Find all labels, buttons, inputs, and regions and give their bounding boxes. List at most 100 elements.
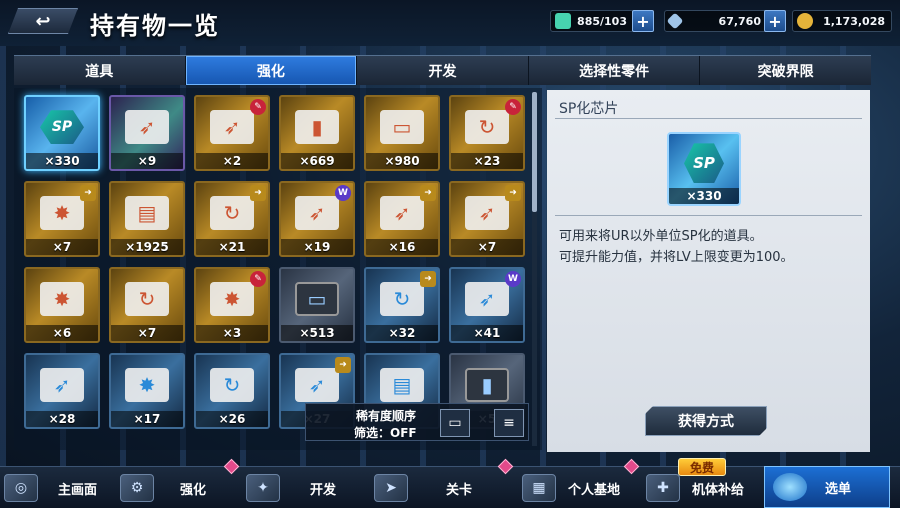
sort-button[interactable]: ≡ (494, 409, 524, 437)
tab-limit-break[interactable]: 突破界限 (700, 56, 871, 85)
description-line-1: 可用来将UR以外单位SP化的道具。 (559, 229, 763, 244)
nav-stages[interactable]: ➤ 关卡 (374, 458, 514, 508)
coin-value: 1,173,028 (823, 14, 885, 28)
item-count: ×17 (111, 411, 183, 427)
energy-value: 885/103 (577, 14, 627, 28)
inventory-item[interactable]: ➶ ➜ ×16 (364, 181, 440, 257)
tab-items[interactable]: 道具 (14, 56, 186, 85)
rarity-badge-icon: ➜ (80, 185, 96, 201)
back-arrow-icon: ↩ (35, 10, 51, 32)
nav-home-label: 主画面 (58, 482, 98, 498)
arrow-upgrade-icon: ➶ (465, 196, 509, 231)
item-count: ×41 (451, 325, 523, 341)
memory-card-icon: ▮ (295, 110, 339, 145)
nav-home[interactable]: ◎ 主画面 (4, 467, 97, 508)
burst-upgrade-icon: ✸ (40, 282, 84, 317)
document-stack-icon: ▤ (380, 368, 424, 403)
add-energy-button[interactable]: + (632, 10, 654, 32)
nav-stages-label: 关卡 (446, 482, 473, 498)
rarity-badge-icon: ➜ (420, 271, 436, 287)
item-count: ×7 (26, 239, 98, 255)
inventory-item[interactable]: ▭ ×513 (279, 267, 355, 343)
view-toggle-button[interactable]: ▭ (440, 409, 470, 437)
tab-optional-parts[interactable]: 选择性零件 (529, 56, 701, 85)
inventory-item[interactable]: ↻ ➜ ×32 (364, 267, 440, 343)
menu-label: 选单 (825, 481, 852, 497)
sp-chip-icon: SP (40, 110, 84, 145)
sort-filter-bar: 稀有度顺序 筛选：OFF ▭ ≡ (305, 403, 529, 441)
inventory-item[interactable]: ▮ ×669 (279, 95, 355, 171)
sp-hex-icon: SP (684, 143, 724, 184)
inventory-item[interactable]: ↻ ×26 (194, 353, 270, 429)
sort-lines-icon: ≡ (503, 415, 515, 431)
swirl-upgrade-icon: ↻ (210, 196, 254, 231)
item-grid: SP ×330 ➶ ×9 ➶ ✎ ×2 ▮ ×669 ▭ ×980 ↻ ✎ ×23 ✸ ➜ ×7 ▤ ×1925 ↻ ➜… (24, 95, 525, 429)
energy-resource: 885/103 (550, 10, 634, 32)
inventory-item[interactable]: ✸ ✎ ×3 (194, 267, 270, 343)
rarity-badge-icon: ➜ (335, 357, 351, 373)
rarity-badge-icon: ➜ (250, 185, 266, 201)
scrollbar-thumb[interactable] (532, 92, 537, 212)
rarity-badge-icon: W (335, 185, 351, 201)
rarity-badge-icon: ➜ (420, 185, 436, 201)
inventory-item[interactable]: ↻ ×7 (109, 267, 185, 343)
item-count: ×980 (366, 153, 438, 169)
sort-order-label[interactable]: 稀有度顺序 (356, 407, 416, 424)
inventory-item[interactable]: SP ×330 (24, 95, 100, 171)
inventory-item[interactable]: ➶ ✎ ×2 (194, 95, 270, 171)
wrench-arm-icon: ⚙ (120, 474, 154, 502)
inventory-item[interactable]: ➶ ×28 (24, 353, 100, 429)
nav-develop-label: 开发 (310, 482, 337, 498)
nav-supply-label: 机体补给 (692, 482, 745, 498)
item-count: ×1925 (111, 239, 183, 255)
burst-upgrade-icon: ✸ (125, 368, 169, 403)
add-diamond-button[interactable]: + (764, 10, 786, 32)
item-count: ×26 (196, 411, 268, 427)
inventory-item[interactable]: ➶ ×9 (109, 95, 185, 171)
divider (555, 215, 862, 216)
nav-personal-base[interactable]: ▦ 个人基地 (522, 458, 640, 508)
inventory-item[interactable]: ✸ ➜ ×7 (24, 181, 100, 257)
tab-enhance[interactable]: 强化 (185, 56, 358, 85)
menu-button[interactable]: 选单 (764, 466, 890, 508)
item-count: ×3 (196, 325, 268, 341)
inventory-item[interactable]: ✸ ×6 (24, 267, 100, 343)
laptop-icon: ▭ (380, 110, 424, 145)
item-count: ×7 (111, 325, 183, 341)
inventory-item[interactable]: ➶ W ×41 (449, 267, 525, 343)
item-count: ×9 (111, 153, 183, 169)
card-view-icon: ▭ (448, 415, 462, 431)
rarity-badge-icon: ✎ (250, 99, 266, 115)
diamond-value: 67,760 (718, 14, 761, 28)
inventory-item[interactable]: ↻ ➜ ×21 (194, 181, 270, 257)
inventory-item[interactable]: ▤ ×1925 (109, 181, 185, 257)
inventory-item[interactable]: ↻ ✎ ×23 (449, 95, 525, 171)
back-button[interactable]: ↩ (8, 8, 78, 34)
menu-globe-icon (773, 473, 807, 501)
base-icon: ▦ (522, 474, 556, 502)
item-count: ×7 (451, 239, 523, 255)
supply-icon: ✚ (646, 474, 680, 502)
item-count: ×23 (451, 153, 523, 169)
swirl-upgrade-icon: ↻ (210, 368, 254, 403)
obtain-method-button[interactable]: 获得方式 (645, 406, 767, 436)
arrow-upgrade-icon: ➶ (295, 196, 339, 231)
inventory-item[interactable]: ➶ W ×19 (279, 181, 355, 257)
rarity-badge-icon: ➜ (505, 185, 521, 201)
burst-upgrade-icon: ✸ (40, 196, 84, 231)
coin-resource: 1,173,028 (792, 10, 892, 32)
description-line-2: 可提升能力值，并将LV上限变更为100。 (559, 250, 794, 265)
inventory-item[interactable]: ➶ ➜ ×7 (449, 181, 525, 257)
inventory-item[interactable]: ▭ ×980 (364, 95, 440, 171)
detail-count: ×330 (669, 188, 739, 204)
tab-develop[interactable]: 开发 (357, 56, 529, 85)
filter-label[interactable]: 筛选：OFF (354, 424, 417, 441)
item-grid-scrollbar[interactable] (532, 92, 537, 446)
item-count: ×330 (26, 153, 98, 169)
item-count: ×32 (366, 325, 438, 341)
arrow-upgrade-icon: ➶ (295, 368, 339, 403)
inventory-item[interactable]: ✸ ×17 (109, 353, 185, 429)
nav-develop[interactable]: ✦ 开发 (246, 467, 336, 508)
laptop-icon: ▭ (295, 282, 339, 317)
nav-enhance[interactable]: ⚙ 强化 (120, 458, 240, 508)
